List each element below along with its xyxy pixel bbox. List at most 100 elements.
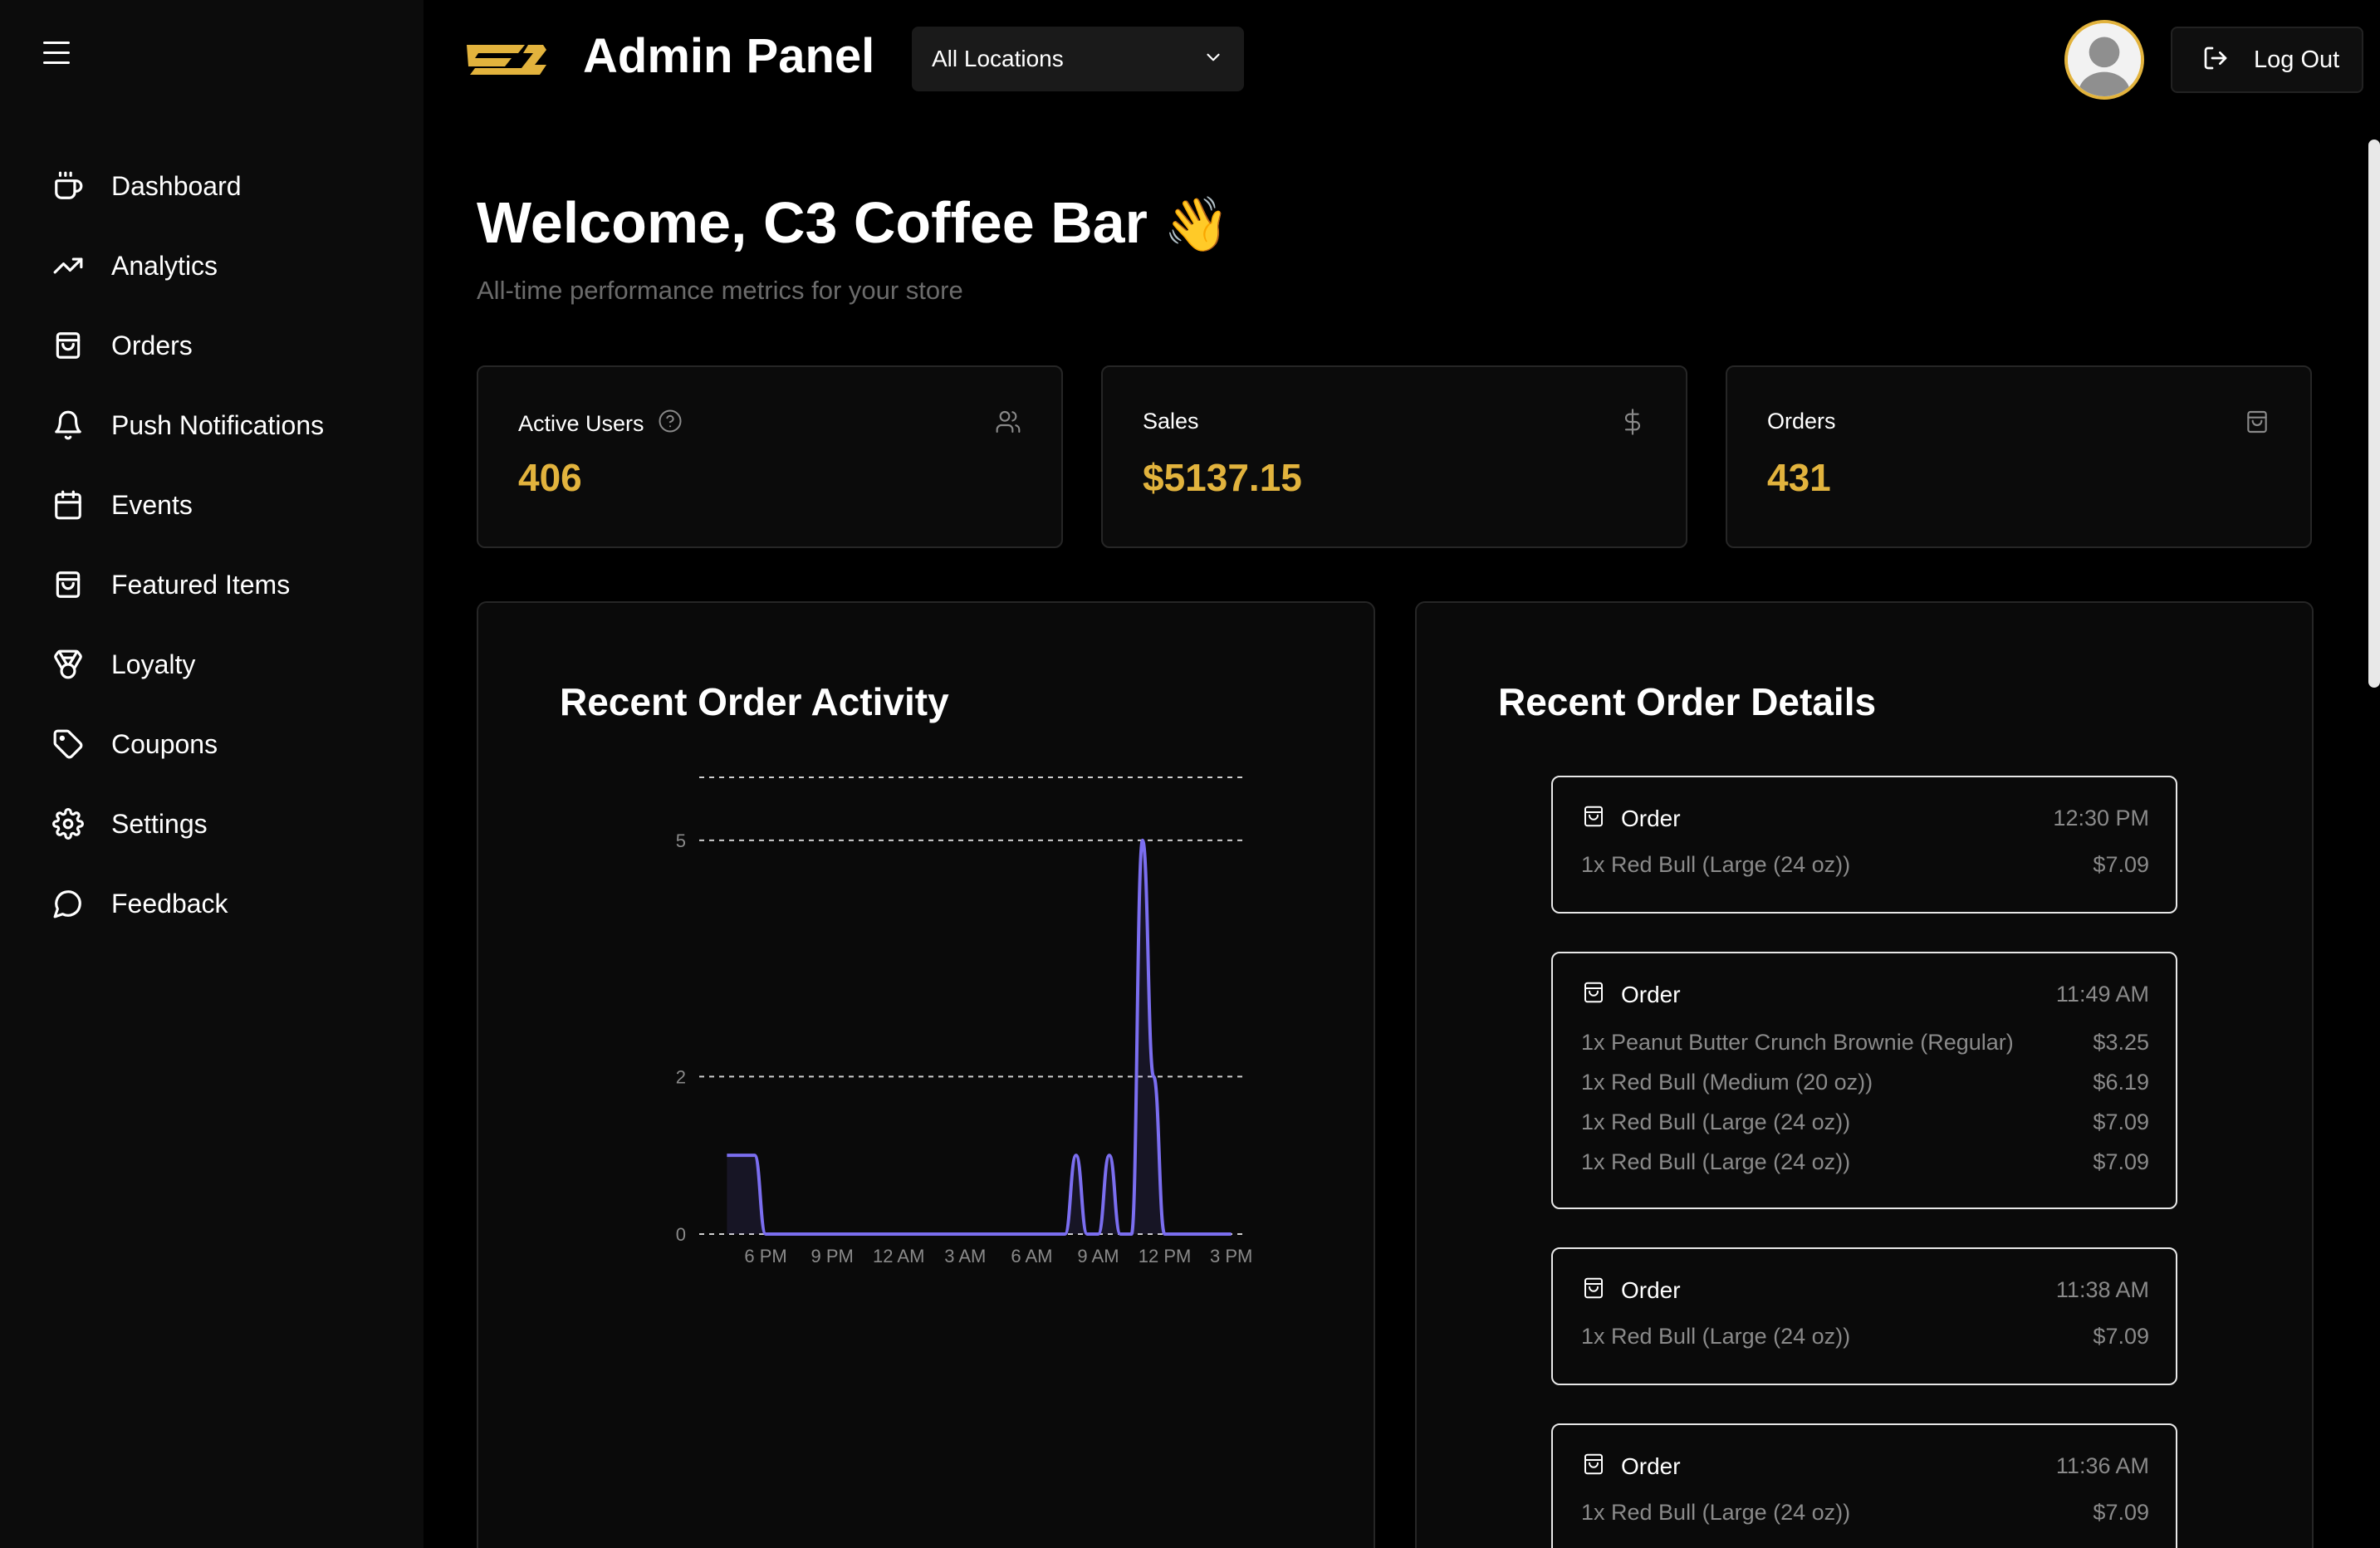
sidebar-item-label: Settings xyxy=(111,808,208,839)
sidebar-item-label: Dashboard xyxy=(111,170,242,201)
sidebar-item-settings[interactable]: Settings xyxy=(0,784,424,864)
panel-title: Recent Order Details xyxy=(1498,680,1877,723)
line-item-name: 1x Peanut Butter Crunch Brownie (Regular… xyxy=(1581,1030,2014,1055)
stat-value: $5137.15 xyxy=(1143,456,1302,499)
sidebar-item-orders[interactable]: Orders xyxy=(0,306,424,385)
order-activity-panel: Recent Order Activity 0256 PM 9 PM 12 AM 3 … xyxy=(477,601,1375,1548)
shopping-bag-icon xyxy=(51,329,85,362)
logout-icon xyxy=(2202,45,2229,76)
order-card[interactable]: Order 12:30 PM 1x Red Bull (Large (24 oz… xyxy=(1551,776,2177,914)
sidebar-nav: Dashboard Analytics Orders Push Notifica… xyxy=(0,146,424,943)
sidebar-item-featured-items[interactable]: Featured Items xyxy=(0,545,424,625)
order-title: Order xyxy=(1621,1276,1681,1303)
sidebar-item-label: Coupons xyxy=(111,728,218,759)
line-item-name: 1x Red Bull (Large (24 oz)) xyxy=(1581,1110,1851,1134)
stat-label: Sales xyxy=(1143,409,1199,434)
order-time: 12:30 PM xyxy=(2053,806,2149,830)
sidebar-item-feedback[interactable]: Feedback xyxy=(0,864,424,943)
series-area xyxy=(727,840,1232,1234)
stat-value: 406 xyxy=(518,456,582,499)
location-select-value: All Locations xyxy=(932,46,1064,71)
stat-label: Active Users xyxy=(518,409,683,439)
logout-button[interactable]: Log Out xyxy=(2171,27,2363,93)
order-title: Order xyxy=(1621,1452,1681,1479)
page-title: Admin Panel xyxy=(583,29,875,83)
shopping-bag-icon xyxy=(2244,409,2270,435)
welcome-text: Welcome, C3 Coffee Bar xyxy=(477,190,1148,255)
line-item-name: 1x Red Bull (Large (24 oz)) xyxy=(1581,1500,1851,1525)
sidebar-item-dashboard[interactable]: Dashboard xyxy=(0,146,424,226)
order-card[interactable]: Order 11:38 AM 1x Red Bull (Large (24 oz… xyxy=(1551,1247,2177,1385)
order-line-item: 1x Red Bull (Large (24 oz)) $7.09 xyxy=(1581,1500,2149,1526)
stat-card-sales: Sales $5137.15 xyxy=(1101,365,1687,548)
x-tick-label: 12 AM xyxy=(873,1246,924,1266)
tag-icon xyxy=(51,727,85,761)
order-card[interactable]: Order 11:36 AM 1x Red Bull (Large (24 oz… xyxy=(1551,1423,2177,1548)
brand-logo[interactable] xyxy=(463,40,550,81)
order-header: Order xyxy=(1581,1452,1681,1481)
medal-icon xyxy=(51,648,85,681)
app-root: Dashboard Analytics Orders Push Notifica… xyxy=(0,0,2380,1548)
line-item-name: 1x Red Bull (Large (24 oz)) xyxy=(1581,852,1851,877)
help-circle-icon[interactable] xyxy=(644,409,683,439)
x-tick-label: 3 PM xyxy=(1210,1246,1252,1266)
order-time: 11:49 AM xyxy=(2055,982,2149,1007)
dollar-icon xyxy=(1619,409,1646,435)
order-line-item: 1x Red Bull (Large (24 oz)) $7.09 xyxy=(1581,1324,2149,1350)
location-select[interactable]: All Locations xyxy=(912,27,1244,91)
stat-label-text: Orders xyxy=(1767,409,1836,434)
shopping-bag-icon xyxy=(1581,1276,1606,1305)
users-icon xyxy=(995,409,1021,435)
sidebar-item-label: Featured Items xyxy=(111,569,291,600)
sidebar-item-loyalty[interactable]: Loyalty xyxy=(0,625,424,704)
order-details-panel: Recent Order Details Order 12:30 PM 1x R… xyxy=(1415,601,2314,1548)
order-line-item: 1x Red Bull (Medium (20 oz)) $6.19 xyxy=(1581,1070,2149,1095)
order-line-item: 1x Peanut Butter Crunch Brownie (Regular… xyxy=(1581,1030,2149,1056)
line-item-price: $6.19 xyxy=(2093,1070,2149,1095)
sidebar: Dashboard Analytics Orders Push Notifica… xyxy=(0,0,424,1548)
shopping-bag-icon xyxy=(1581,980,1606,1009)
gear-icon xyxy=(51,807,85,840)
page-subtitle: All-time performance metrics for your st… xyxy=(477,276,963,305)
top-header: Admin Panel All Locations Log Out xyxy=(424,0,2380,116)
line-item-price: $7.09 xyxy=(2093,1500,2149,1525)
order-line-item: 1x Red Bull (Large (24 oz)) $7.09 xyxy=(1581,1149,2149,1175)
order-title: Order xyxy=(1621,981,1681,1007)
bell-icon xyxy=(51,409,85,442)
sidebar-item-label: Analytics xyxy=(111,250,218,281)
hamburger-menu-icon[interactable] xyxy=(40,38,76,68)
y-tick-label: 0 xyxy=(676,1224,686,1245)
shopping-bag-icon xyxy=(1581,1452,1606,1481)
sidebar-item-push-notifications[interactable]: Push Notifications xyxy=(0,385,424,465)
stat-label-text: Active Users xyxy=(518,411,644,436)
line-item-name: 1x Red Bull (Large (24 oz)) xyxy=(1581,1324,1851,1349)
sidebar-item-events[interactable]: Events xyxy=(0,465,424,545)
line-item-price: $7.09 xyxy=(2093,1149,2149,1174)
main-content: Welcome, C3 Coffee Bar 👋 All-time perfor… xyxy=(424,116,2380,1548)
order-header: Order xyxy=(1581,980,1681,1009)
sidebar-item-label: Push Notifications xyxy=(111,409,325,440)
order-header: Order xyxy=(1581,1276,1681,1305)
stat-card-active-users: Active Users 406 xyxy=(477,365,1063,548)
page-scrollbar[interactable] xyxy=(2368,140,2380,688)
sidebar-item-analytics[interactable]: Analytics xyxy=(0,226,424,306)
shopping-bag-icon xyxy=(51,568,85,601)
line-item-price: $3.25 xyxy=(2093,1030,2149,1055)
order-activity-chart: 0 2 5 6 PM 9 PM 12 AM 3 AM 6 AM 9 AM 12 PM 3 PM xyxy=(676,776,1252,1266)
sidebar-item-coupons[interactable]: Coupons xyxy=(0,704,424,784)
y-tick-label: 5 xyxy=(676,830,686,851)
order-title: Order xyxy=(1621,805,1681,831)
avatar[interactable] xyxy=(2064,20,2144,100)
line-item-name: 1x Red Bull (Medium (20 oz)) xyxy=(1581,1070,1873,1095)
waving-hand-emoji: 👋 xyxy=(1163,194,1230,254)
x-tick-label: 3 AM xyxy=(944,1246,986,1266)
order-card[interactable]: Order 11:49 AM 1x Peanut Butter Crunch B… xyxy=(1551,952,2177,1209)
order-time: 11:38 AM xyxy=(2055,1277,2149,1302)
stat-label: Orders xyxy=(1767,409,1836,434)
coffee-cup-icon xyxy=(51,169,85,203)
stat-value: 431 xyxy=(1767,456,1831,499)
sidebar-item-label: Events xyxy=(111,489,193,520)
trending-up-icon xyxy=(51,249,85,282)
line-item-price: $7.09 xyxy=(2093,1324,2149,1349)
message-circle-icon xyxy=(51,887,85,920)
